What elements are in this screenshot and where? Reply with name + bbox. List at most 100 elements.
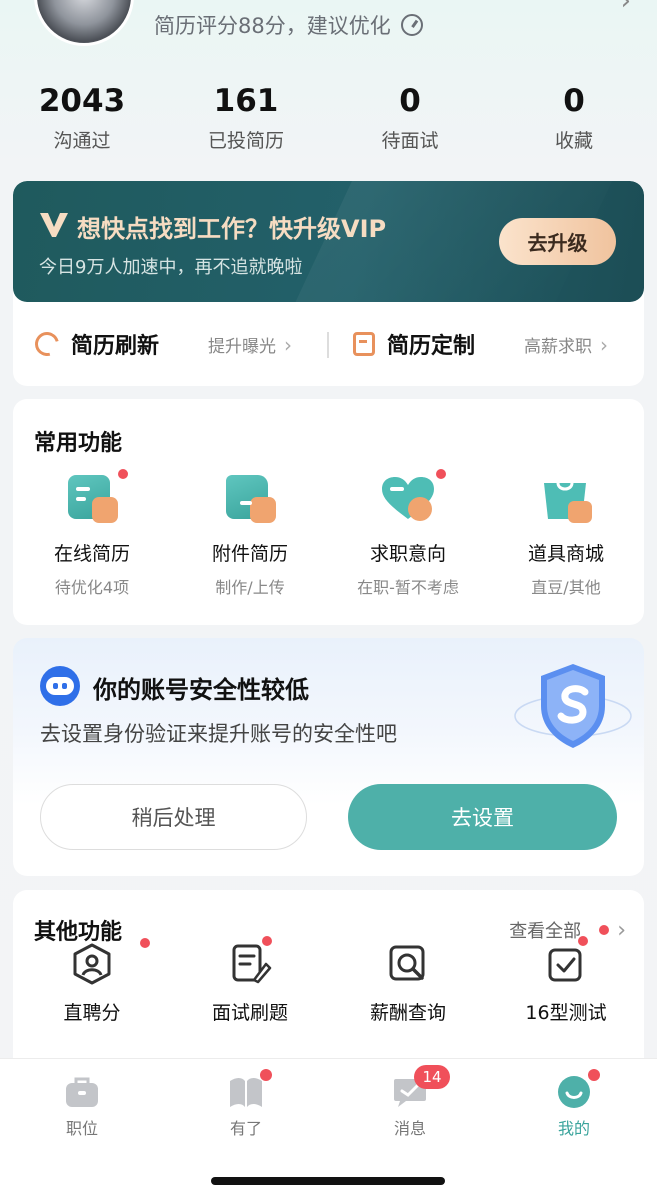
- view-all-link[interactable]: 查看全部 ›: [509, 917, 626, 943]
- func-sub: 直豆/其他: [531, 578, 601, 597]
- red-dot: [588, 1069, 600, 1081]
- security-card: 你的账号安全性较低 去设置身份验证来提升账号的安全性吧 稍后处理 去设置: [13, 638, 644, 876]
- resume-refresh-hint[interactable]: 提升曝光 ›: [208, 332, 292, 357]
- quick-title: 简历刷新: [71, 334, 160, 359]
- profile-header: 简历评分88分，建议优化 ›: [0, 0, 657, 70]
- tab-jobs[interactable]: 职位: [0, 1075, 164, 1139]
- stat-label: 收藏: [554, 130, 593, 152]
- stat-value: 2043: [38, 83, 126, 119]
- search-document-icon: [386, 942, 430, 986]
- security-title: 你的账号安全性较低: [93, 676, 309, 704]
- func-online-resume[interactable]: 在线简历 待优化4项: [13, 469, 171, 598]
- other-zhipin-score[interactable]: 直聘分: [13, 938, 171, 1025]
- setup-button[interactable]: 去设置: [348, 784, 617, 850]
- other-functions-card: 其他功能 查看全部 › 直聘分 面试刷题 薪酬查询 16型测试: [13, 890, 644, 1070]
- briefcase-icon: [64, 1075, 100, 1109]
- chevron-right-icon[interactable]: ›: [621, 0, 631, 16]
- stat-value: 0: [399, 83, 421, 119]
- tab-label: 消息: [393, 1119, 426, 1138]
- red-dot: [599, 925, 610, 935]
- edit-icon: [353, 332, 375, 356]
- other-interview-practice[interactable]: 面试刷题: [171, 936, 329, 1025]
- section-title: 常用功能: [34, 431, 123, 456]
- tab-messages[interactable]: 14 消息: [328, 1065, 492, 1139]
- vip-logo-icon: [40, 213, 68, 237]
- stat-label: 已投简历: [207, 130, 284, 152]
- red-dot: [436, 469, 446, 479]
- user-shield-icon: [70, 938, 150, 986]
- stat-favorites[interactable]: 0 收藏: [492, 82, 656, 153]
- avatar[interactable]: [34, 0, 134, 46]
- resume-refresh-item[interactable]: 简历刷新: [30, 302, 160, 386]
- shield-icon: [514, 664, 632, 748]
- smile-face-icon: [556, 1069, 600, 1109]
- red-dot: [118, 469, 128, 479]
- shopping-bag-icon: [536, 475, 596, 525]
- chevron-right-icon: ›: [617, 917, 626, 943]
- func-attachment-resume[interactable]: 附件简历 制作/上传: [171, 475, 329, 598]
- chevron-right-icon: ›: [600, 333, 608, 357]
- red-dot: [140, 938, 150, 948]
- quick-actions: 简历刷新 提升曝光 › 简历定制 高薪求职 ›: [13, 302, 644, 386]
- stat-label: 待面试: [381, 130, 439, 152]
- vip-banner[interactable]: 想快点找到工作？快升级VIP 今日9万人加速中，再不追就晚啦 去升级: [13, 181, 644, 302]
- document-icon: [62, 469, 128, 525]
- other-label: 面试刷题: [211, 1002, 288, 1024]
- book-icon: [228, 1069, 272, 1109]
- other-label: 薪酬查询: [369, 1002, 446, 1024]
- security-subtitle: 去设置身份验证来提升账号的安全性吧: [40, 722, 397, 746]
- divider: [327, 332, 329, 358]
- func-sub: 待优化4项: [54, 578, 130, 597]
- check-document-icon: [544, 936, 588, 986]
- vip-card: 想快点找到工作？快升级VIP 今日9万人加速中，再不追就晚啦 去升级 简历刷新 …: [13, 181, 644, 386]
- edit-document-icon: [228, 936, 272, 986]
- tab-youle[interactable]: 有了: [164, 1069, 328, 1139]
- func-label: 求职意向: [369, 543, 446, 565]
- red-dot: [260, 1069, 272, 1081]
- vip-title: 想快点找到工作？快升级VIP: [77, 215, 387, 243]
- quick-hint-text: 提升曝光: [208, 337, 276, 357]
- stat-interviews[interactable]: 0 待面试: [328, 82, 492, 153]
- later-button[interactable]: 稍后处理: [40, 784, 307, 850]
- chevron-right-icon: ›: [284, 333, 292, 357]
- home-indicator: [211, 1177, 445, 1185]
- resume-score-text: 简历评分88分，建议优化: [154, 14, 391, 38]
- stat-contacted[interactable]: 2043 沟通过: [0, 82, 164, 153]
- stat-value: 161: [213, 83, 279, 119]
- other-salary-search[interactable]: 薪酬查询: [329, 942, 487, 1025]
- other-label: 16型测试: [525, 1002, 607, 1024]
- robot-icon: [40, 666, 80, 706]
- other-16-type-test[interactable]: 16型测试: [487, 936, 645, 1025]
- view-all-text: 查看全部: [509, 921, 582, 942]
- tab-me[interactable]: 我的: [492, 1069, 656, 1139]
- heart-icon: [378, 469, 446, 525]
- refresh-icon: [30, 327, 64, 361]
- stats-row: 2043 沟通过 161 已投简历 0 待面试 0 收藏: [0, 82, 657, 153]
- func-label: 附件简历: [211, 543, 288, 565]
- tab-label: 职位: [65, 1119, 98, 1138]
- vip-subtitle: 今日9万人加速中，再不追就晚啦: [39, 257, 303, 278]
- red-dot: [262, 936, 272, 946]
- message-icon: 14: [392, 1065, 450, 1109]
- quick-hint-text: 高薪求职: [524, 337, 592, 357]
- func-sub: 在职-暂不考虑: [357, 578, 459, 597]
- resume-custom-hint[interactable]: 高薪求职 ›: [524, 332, 608, 357]
- func-job-intention[interactable]: 求职意向 在职-暂不考虑: [329, 469, 487, 598]
- red-dot: [578, 936, 588, 946]
- folder-icon: [220, 475, 280, 525]
- resume-custom-item[interactable]: 简历定制: [353, 302, 475, 386]
- stat-label: 沟通过: [53, 130, 111, 152]
- resume-score-link[interactable]: 简历评分88分，建议优化: [154, 10, 423, 40]
- common-functions-card: 常用功能 在线简历 待优化4项 附件简历 制作/上传 求职意向 在职-暂不考虑 …: [13, 399, 644, 625]
- stat-value: 0: [563, 83, 585, 119]
- quick-title: 简历定制: [387, 334, 476, 359]
- stat-applied[interactable]: 161 已投简历: [164, 82, 328, 153]
- gauge-icon: [400, 14, 423, 36]
- upgrade-button[interactable]: 去升级: [499, 218, 616, 265]
- unread-badge: 14: [414, 1065, 450, 1089]
- func-sub: 制作/上传: [215, 578, 285, 597]
- func-label: 道具商城: [527, 543, 604, 565]
- func-item-mall[interactable]: 道具商城 直豆/其他: [487, 475, 645, 598]
- tab-label: 有了: [229, 1119, 262, 1138]
- other-label: 直聘分: [63, 1002, 121, 1024]
